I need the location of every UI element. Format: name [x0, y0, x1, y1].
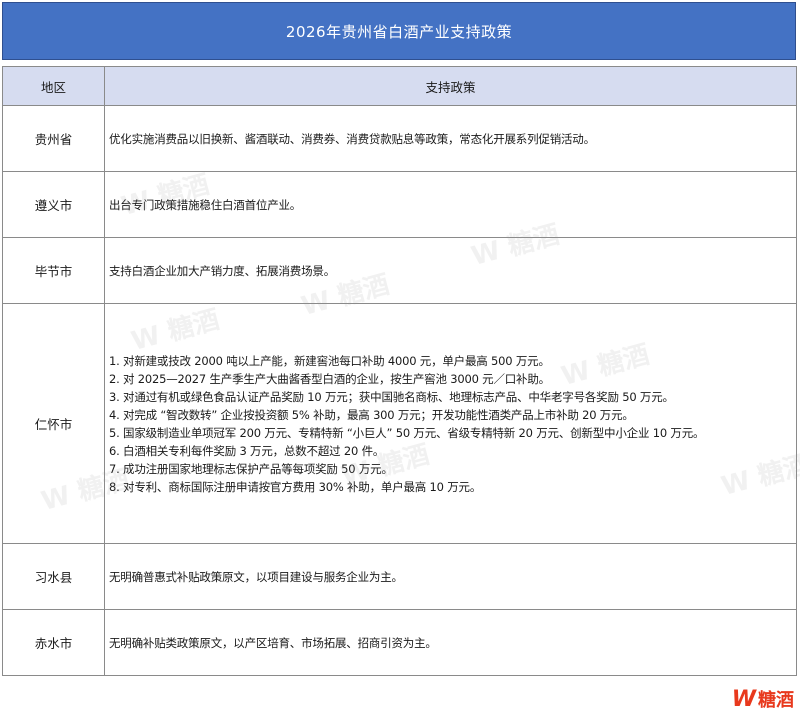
- region-cell: 赤水市: [2, 609, 105, 676]
- region-cell: 遵义市: [2, 171, 105, 238]
- table-row: 毕节市 支持白酒企业加大产销力度、拓展消费场景。: [2, 237, 797, 304]
- policy-line: 4. 对完成 “智改数转” 企业按投资额 5% 补助，最高 300 万元；开发功…: [109, 407, 634, 422]
- policy-column-header: 支持政策: [104, 66, 797, 106]
- policy-line: 6. 白酒相关专利每件奖励 3 万元，总数不超过 20 件。: [109, 443, 385, 458]
- region-cell: 习水县: [2, 543, 105, 610]
- policy-line: 支持白酒企业加大产销力度、拓展消费场景。: [109, 263, 335, 278]
- policy-cell: 无明确补贴类政策原文，以产区培育、市场拓展、招商引资为主。: [104, 609, 797, 676]
- table-row: 赤水市 无明确补贴类政策原文，以产区培育、市场拓展、招商引资为主。: [2, 609, 797, 676]
- policy-line: 优化实施消费品以旧换新、酱酒联动、消费券、消费贷款贴息等政策，常态化开展系列促销…: [109, 131, 595, 146]
- region-cell: 毕节市: [2, 237, 105, 304]
- region-column-header: 地区: [2, 66, 105, 106]
- table-title: 2026年贵州省白酒产业支持政策: [2, 2, 796, 60]
- policy-table: 地区 支持政策 贵州省 优化实施消费品以旧换新、酱酒联动、消费券、消费贷款贴息等…: [2, 66, 797, 676]
- policy-line: 7. 成功注册国家地理标志保护产品等每项奖励 50 万元。: [109, 461, 393, 476]
- table-row: 习水县 无明确普惠式补贴政策原文，以项目建设与服务企业为主。: [2, 543, 797, 610]
- table-row: 仁怀市 1. 对新建或技改 2000 吨以上产能，新建窖池每口补助 4000 元…: [2, 303, 797, 544]
- policy-line: 2. 对 2025—2027 生产季生产大曲酱香型白酒的企业，按生产窖池 300…: [109, 371, 550, 386]
- policy-line: 1. 对新建或技改 2000 吨以上产能，新建窖池每口补助 4000 元，单户最…: [109, 353, 550, 368]
- policy-line: 5. 国家级制造业单项冠军 200 万元、专精特新 “小巨人” 50 万元、省级…: [109, 425, 705, 440]
- policy-cell: 1. 对新建或技改 2000 吨以上产能，新建窖池每口补助 4000 元，单户最…: [104, 303, 797, 544]
- brand-mark-icon: W: [731, 686, 756, 712]
- policy-line: 无明确补贴类政策原文，以产区培育、市场拓展、招商引资为主。: [109, 635, 437, 650]
- policy-line: 8. 对专利、商标国际注册申请按官方费用 30% 补助，单户最高 10 万元。: [109, 479, 482, 494]
- table-row: 贵州省 优化实施消费品以旧换新、酱酒联动、消费券、消费贷款贴息等政策，常态化开展…: [2, 105, 797, 172]
- header-row: 地区 支持政策: [2, 66, 797, 106]
- policy-cell: 支持白酒企业加大产销力度、拓展消费场景。: [104, 237, 797, 304]
- policy-cell: 优化实施消费品以旧换新、酱酒联动、消费券、消费贷款贴息等政策，常态化开展系列促销…: [104, 105, 797, 172]
- policy-cell: 出台专门政策措施稳住白酒首位产业。: [104, 171, 797, 238]
- policy-line: 3. 对通过有机或绿色食品认证产品奖励 10 万元；获中国驰名商标、地理标志产品…: [109, 389, 674, 404]
- table-row: 遵义市 出台专门政策措施稳住白酒首位产业。: [2, 171, 797, 238]
- region-cell: 仁怀市: [2, 303, 105, 544]
- brand-logo-text: 糖酒: [758, 690, 794, 711]
- policy-line: 出台专门政策措施稳住白酒首位产业。: [109, 197, 302, 212]
- region-cell: 贵州省: [2, 105, 105, 172]
- brand-logo: W 糖酒: [732, 686, 794, 712]
- policy-line: 无明确普惠式补贴政策原文，以项目建设与服务企业为主。: [109, 569, 403, 584]
- policy-cell: 无明确普惠式补贴政策原文，以项目建设与服务企业为主。: [104, 543, 797, 610]
